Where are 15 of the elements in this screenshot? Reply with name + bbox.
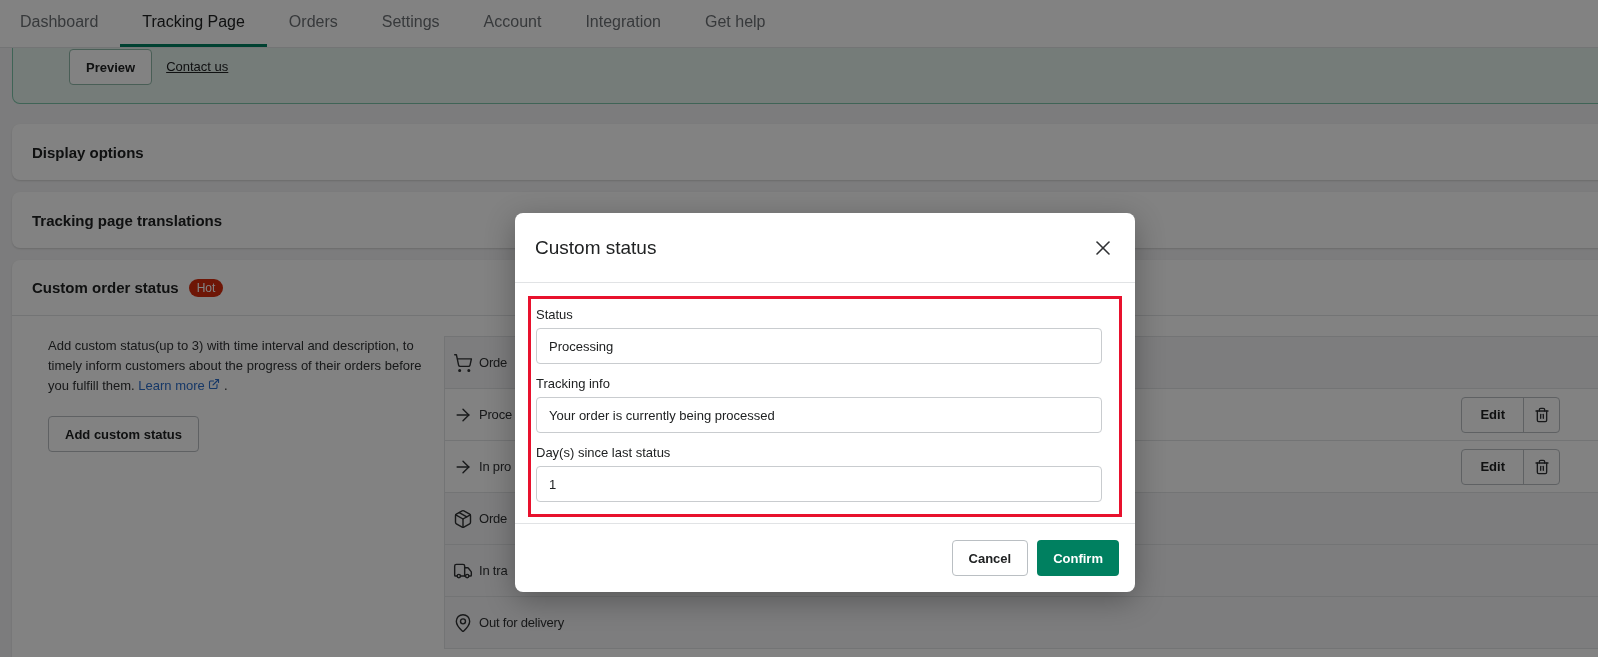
section-title: Tracking page translations (32, 211, 223, 229)
field-label: Tracking info (536, 376, 611, 391)
field-label: Status (536, 307, 574, 322)
status-label: In tra (479, 563, 508, 578)
field-label: Day(s) since last status (536, 445, 672, 460)
status-label: Proce (479, 407, 512, 422)
status-label: Orde (479, 511, 508, 526)
section-title: Display options (32, 143, 144, 161)
section-title: Custom order status (32, 279, 179, 296)
status-label: Orde (479, 355, 508, 370)
hot-badge: Hot (188, 278, 224, 297)
dialog-title: Custom status (535, 236, 657, 259)
status-label: Out for delivery (479, 615, 564, 630)
status-label: In pro (479, 459, 512, 474)
description-text: Add custom status(up to 3) with time interval and description, to timely inform customers about the progress of their orders before you fulfill them. Learn more . (48, 337, 423, 395)
